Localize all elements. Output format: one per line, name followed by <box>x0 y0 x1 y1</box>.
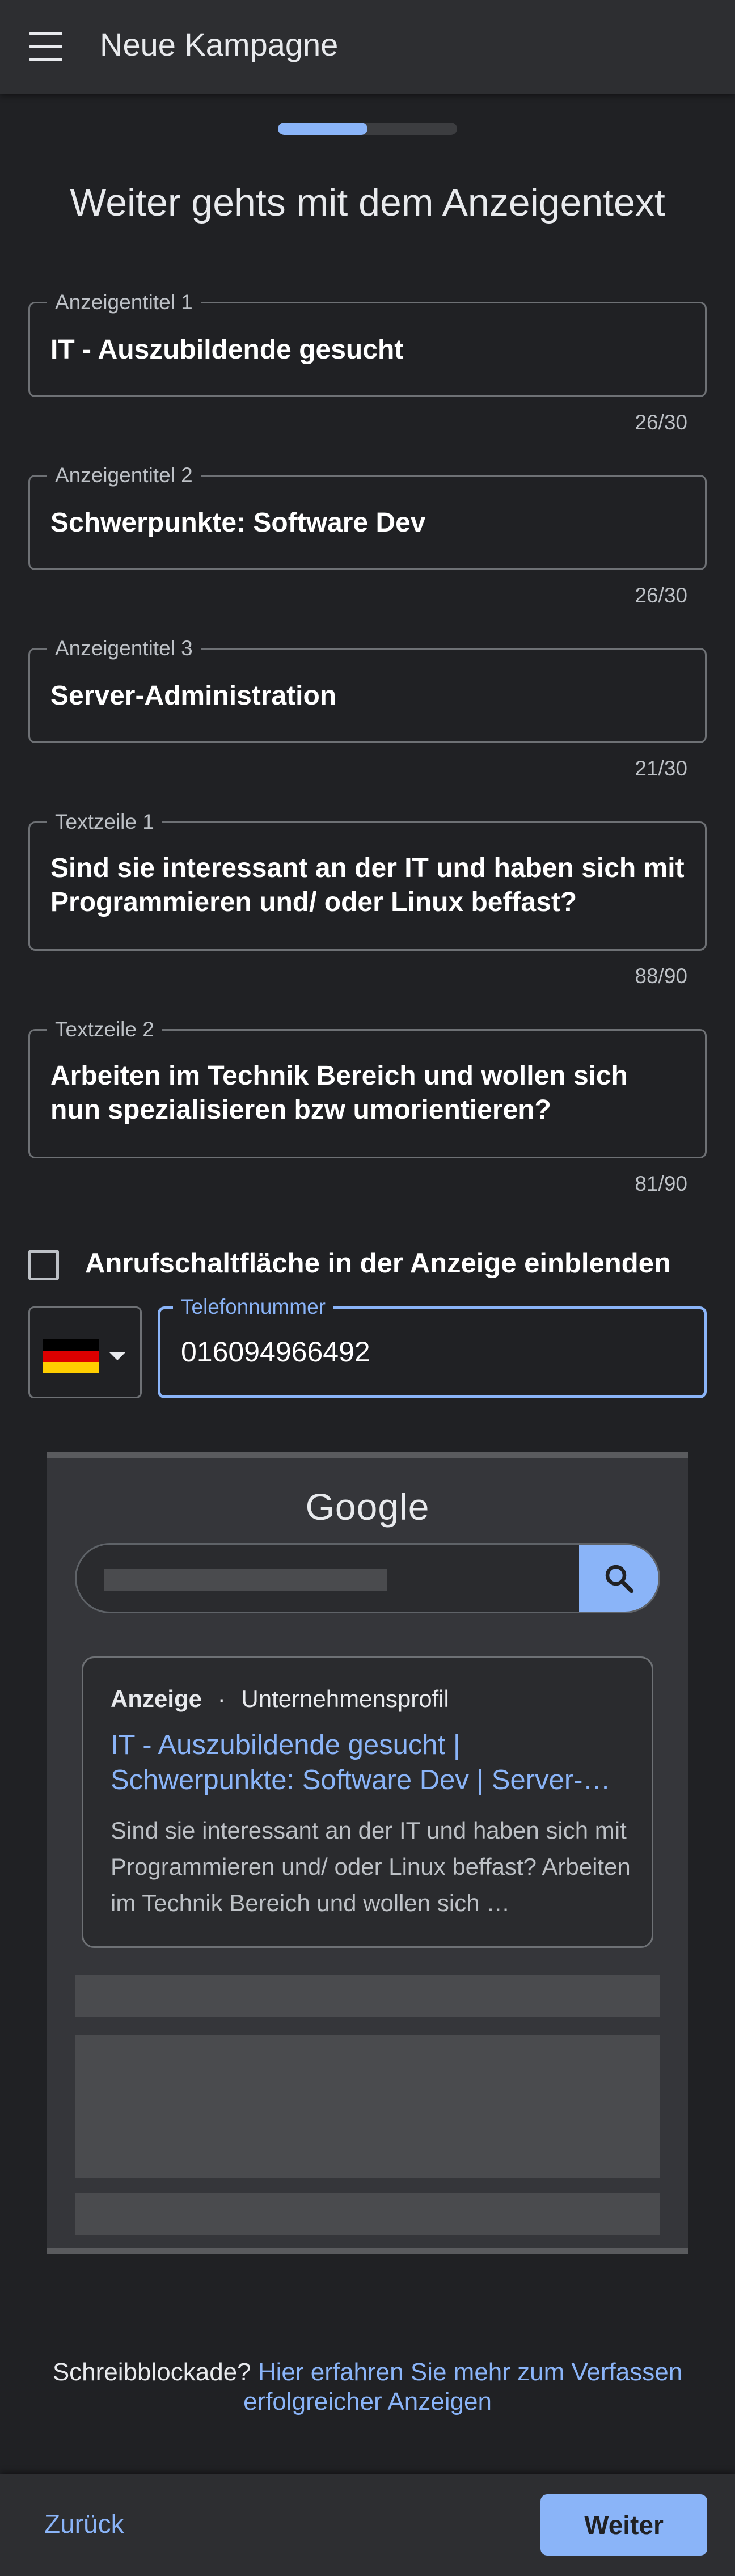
headline-2-input[interactable]: Schwerpunkte: Software Dev <box>50 506 685 540</box>
search-placeholder-bar <box>104 1569 387 1591</box>
call-button-checkbox-label[interactable]: Anrufschaltfläche in der Anzeige einblen… <box>85 1247 671 1279</box>
writing-help-note: Schreibblockade? Hier erfahren Sie mehr … <box>0 2358 735 2417</box>
headline-2-field[interactable]: Anzeigentitel 2 Schwerpunkte: Software D… <box>28 463 707 570</box>
step-progress-bar <box>278 123 457 135</box>
ad-preview: Google Anzeige · Unternehmensprofil IT -… <box>47 1452 688 2254</box>
headline-2-counter: 26/30 <box>635 584 687 607</box>
headline-2-label: Anzeigentitel 2 <box>47 463 201 488</box>
germany-flag-icon <box>43 1339 99 1373</box>
ad-preview-title: IT - Auszubildende gesucht | Schwerpunkt… <box>111 1730 611 1795</box>
dropdown-arrow-icon <box>109 1352 125 1360</box>
ad-label: Anzeige <box>111 1685 202 1712</box>
description-2-counter: 81/90 <box>635 1172 687 1195</box>
phone-number-field[interactable]: Telefonnummer 016094966492 <box>158 1295 707 1398</box>
description-1-field[interactable]: Textzeile 1 Sind sie interessant an der … <box>28 810 707 951</box>
description-1-input[interactable]: Sind sie interessant an der IT und haben… <box>50 851 685 920</box>
writing-help-prefix: Schreibblockade? <box>52 2358 251 2386</box>
ad-preview-card: Anzeige · Unternehmensprofil IT - Auszub… <box>82 1656 653 1948</box>
phone-number-label: Telefonnummer <box>173 1295 334 1319</box>
ad-header: Anzeige · Unternehmensprofil <box>111 1685 449 1713</box>
back-button[interactable]: Zurück <box>44 2508 124 2539</box>
page-title: Weiter gehts mit dem Anzeigentext <box>70 181 665 224</box>
headline-1-input[interactable]: IT - Auszubildende gesucht <box>50 333 685 367</box>
headline-3-counter: 21/30 <box>635 757 687 780</box>
headline-1-field[interactable]: Anzeigentitel 1 IT - Auszubildende gesuc… <box>28 290 707 397</box>
description-2-input[interactable]: Arbeiten im Technik Bereich und wollen s… <box>50 1059 685 1127</box>
headline-3-input[interactable]: Server-Administration <box>50 679 685 713</box>
description-1-label: Textzeile 1 <box>47 810 162 834</box>
headline-1-label: Anzeigentitel 1 <box>47 290 201 315</box>
description-2-field[interactable]: Textzeile 2 Arbeiten im Technik Bereich … <box>28 1017 707 1158</box>
placeholder-block <box>75 2193 660 2235</box>
call-button-checkbox[interactable] <box>28 1250 59 1280</box>
app-bar-title: Neue Kampagne <box>100 27 339 62</box>
ad-business-profile: Unternehmensprofil <box>241 1685 449 1712</box>
hamburger-menu-icon[interactable] <box>29 32 66 61</box>
description-2-label: Textzeile 2 <box>47 1017 162 1042</box>
headline-1-counter: 26/30 <box>635 411 687 434</box>
next-button[interactable]: Weiter <box>540 2494 707 2556</box>
preview-search-bar <box>75 1543 660 1613</box>
headline-3-label: Anzeigentitel 3 <box>47 636 201 661</box>
google-logo: Google <box>305 1486 430 1528</box>
writing-help-link[interactable]: Hier erfahren Sie mehr zum Verfassen erf… <box>243 2358 682 2415</box>
country-code-selector[interactable] <box>28 1306 142 1398</box>
step-progress-fill <box>278 123 368 135</box>
ad-preview-description: Sind sie interessant an der IT und haben… <box>111 1817 631 1916</box>
top-app-bar: Neue Kampagne <box>0 0 735 94</box>
placeholder-block <box>75 2035 660 2178</box>
bottom-nav-bar: Zurück Weiter <box>0 2474 735 2576</box>
phone-number-input[interactable]: 016094966492 <box>181 1335 370 1368</box>
placeholder-block <box>75 1975 660 2017</box>
headline-3-field[interactable]: Anzeigentitel 3 Server-Administration <box>28 636 707 743</box>
description-1-counter: 88/90 <box>635 964 687 988</box>
search-icon <box>579 1545 658 1612</box>
ad-separator: · <box>217 1685 226 1712</box>
